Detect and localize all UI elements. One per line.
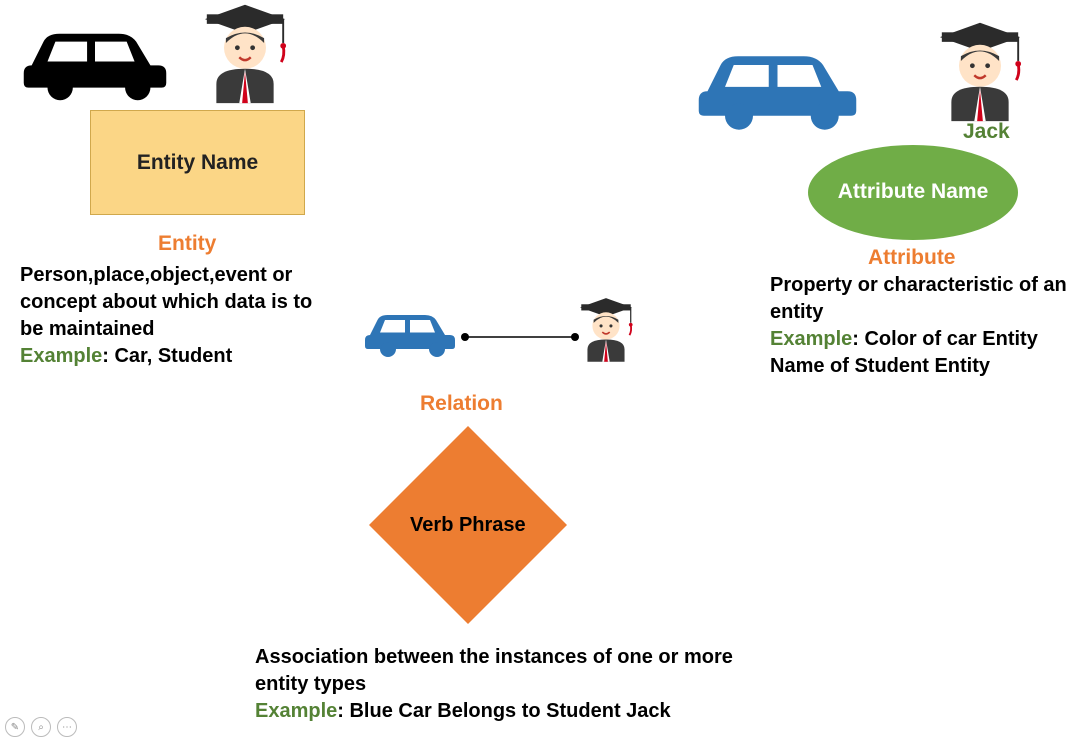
relation-description-block: Association between the instances of one…: [255, 644, 755, 725]
student-icon-3: [575, 295, 637, 368]
attribute-shape-ellipse: Attribute Name: [808, 145, 1018, 240]
attribute-example-label: Example: [770, 328, 852, 350]
student-icon-2: [930, 18, 1030, 128]
relation-example-label: Example: [255, 700, 337, 722]
attribute-description: Property or characteristic of an entity: [770, 274, 1067, 323]
entity-example-text: : Car, Student: [102, 345, 232, 367]
attribute-ellipse-label: Attribute Name: [838, 180, 989, 204]
attribute-description-block: Property or characteristic of an entity …: [770, 272, 1080, 380]
relation-connector: [460, 329, 580, 347]
relation-example-text: : Blue Car Belongs to Student Jack: [337, 700, 670, 722]
relation-description: Association between the instances of one…: [255, 646, 733, 695]
attribute-heading: Attribute: [868, 246, 956, 270]
entity-example-label: Example: [20, 345, 102, 367]
mini-toolbar: ✎ ⌕ ⋯: [5, 717, 77, 737]
relation-shape-diamond: Verb Phrase: [368, 425, 568, 625]
car-blue-icon-1: [690, 30, 865, 140]
entity-shape-box: Entity Name: [90, 110, 305, 215]
car-blue-icon-2: [360, 300, 460, 365]
tool-more-icon[interactable]: ⋯: [57, 717, 77, 737]
entity-description-block: Person,place,object,event or concept abo…: [20, 262, 330, 370]
relation-diamond-label: Verb Phrase: [410, 513, 526, 537]
entity-description: Person,place,object,event or concept abo…: [20, 264, 312, 340]
tool-zoom-icon[interactable]: ⌕: [31, 717, 51, 737]
attribute-person-name: Jack: [963, 120, 1010, 144]
entity-heading: Entity: [158, 232, 216, 256]
student-icon-1: [195, 0, 295, 110]
entity-box-label: Entity Name: [137, 151, 258, 175]
relation-heading: Relation: [420, 392, 503, 416]
car-black-icon: [15, 10, 175, 110]
tool-pen-icon[interactable]: ✎: [5, 717, 25, 737]
